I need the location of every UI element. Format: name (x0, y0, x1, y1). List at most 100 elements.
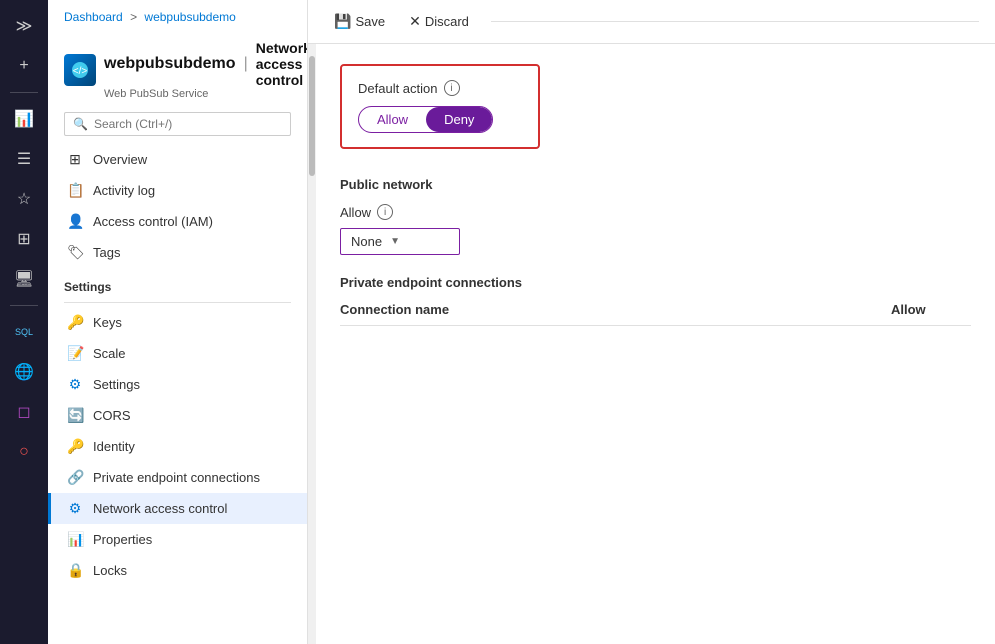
expand-collapse-icon[interactable]: ≫ (6, 8, 42, 44)
networking-icon[interactable]: 🌐 (6, 354, 42, 390)
breadcrumb-dashboard[interactable]: Dashboard (64, 10, 123, 24)
nav-overview[interactable]: ⊞ Overview (48, 144, 307, 175)
page-name: Network access control (256, 40, 308, 88)
nav-overview-label: Overview (93, 152, 147, 167)
main-content-area: 💾 Save ✕ Discard Default action i (308, 0, 995, 644)
breadcrumb: Dashboard > webpubsubdemo (48, 0, 307, 24)
nav-access-control[interactable]: 👤 Access control (IAM) (48, 206, 307, 237)
nav-private-endpoint[interactable]: 🔗 Private endpoint connections (48, 462, 307, 493)
page-title-text: webpubsubdemo | Network access control .… (104, 40, 308, 100)
discard-label: Discard (425, 14, 469, 29)
save-button[interactable]: 💾 Save (324, 8, 395, 35)
nav-properties-label: Properties (93, 532, 152, 547)
service-svg-icon: </> (70, 60, 90, 80)
overview-icon: ⊞ (67, 151, 83, 168)
allow-deny-toggle: Allow Deny (358, 106, 493, 133)
favorites-icon[interactable]: ☆ (6, 181, 42, 217)
content-panel: Default action i Allow Deny Public netwo… (316, 44, 995, 644)
allow-text: Allow (340, 205, 371, 220)
nav-network-access-label: Network access control (93, 501, 227, 516)
tags-icon: 🏷 (67, 244, 83, 261)
cloud-shell-icon[interactable]: 🖥 (6, 261, 42, 297)
nav-cors-label: CORS (93, 408, 131, 423)
nav-network-access-control[interactable]: ⚙ Network access control (48, 493, 307, 524)
default-action-label: Default action (358, 81, 438, 96)
content-with-scrollbar: Default action i Allow Deny Public netwo… (308, 44, 995, 644)
title-separator: | (244, 55, 248, 73)
settings-divider (64, 302, 291, 303)
discard-icon: ✕ (409, 13, 421, 30)
dropdown-arrow-icon: ▼ (390, 236, 400, 247)
nav-locks[interactable]: 🔒 Locks (48, 555, 307, 586)
nav-tags-label: Tags (93, 245, 120, 260)
search-bar[interactable]: 🔍 (64, 112, 291, 136)
sql-icon[interactable]: SQL (6, 314, 42, 350)
save-icon: 💾 (334, 13, 351, 30)
breadcrumb-separator: > (130, 10, 137, 24)
content-main: Default action i Allow Deny Public netwo… (340, 64, 971, 624)
sidebar: Dashboard > webpubsubdemo </> webpubsubd… (48, 0, 308, 644)
dashboard-icon[interactable]: 📊 (6, 101, 42, 137)
access-control-icon: 👤 (67, 213, 83, 230)
toolbar: 💾 Save ✕ Discard (308, 0, 995, 44)
public-network-title: Public network (340, 177, 971, 192)
nav-locks-label: Locks (93, 563, 127, 578)
scroll-track[interactable] (308, 44, 316, 644)
dropdown-value: None (351, 234, 382, 249)
nav-identity-label: Identity (93, 439, 135, 454)
nav-private-endpoint-label: Private endpoint connections (93, 470, 260, 485)
allow-col-header: Allow (891, 302, 971, 317)
page-title-section: </> webpubsubdemo | Network access contr… (48, 32, 307, 104)
allow-label-section: Allow i (340, 204, 971, 220)
icon-bar: ≫ + 📊 ☰ ☆ ⊞ 🖥 SQL 🌐 ◻ ○ (0, 0, 48, 644)
service-subtitle: Web PubSub Service (104, 88, 308, 100)
settings-section-label: Settings (48, 268, 307, 298)
all-services-icon[interactable]: ☰ (6, 141, 42, 177)
default-action-info-icon[interactable]: i (444, 80, 460, 96)
search-input[interactable] (94, 117, 282, 131)
cors-icon: 🔄 (67, 407, 83, 424)
nav-access-control-label: Access control (IAM) (93, 214, 213, 229)
connection-name-col-header: Connection name (340, 302, 891, 317)
search-icon: 🔍 (73, 117, 88, 131)
deny-toggle-button[interactable]: Deny (426, 107, 492, 132)
nav-cors[interactable]: 🔄 CORS (48, 400, 307, 431)
nav-properties[interactable]: 📊 Properties (48, 524, 307, 555)
save-label: Save (355, 14, 385, 29)
discard-button[interactable]: ✕ Discard (399, 8, 479, 35)
nav-identity[interactable]: 🔑 Identity (48, 431, 307, 462)
private-endpoint-connections-title: Private endpoint connections (340, 275, 971, 290)
recent-icon[interactable]: ⊞ (6, 221, 42, 257)
private-endpoint-icon: 🔗 (67, 469, 83, 486)
nav-scale[interactable]: 📝 Scale (48, 338, 307, 369)
default-action-title: Default action i (358, 80, 522, 96)
locks-icon: 🔒 (67, 562, 83, 579)
identity-icon: 🔑 (67, 438, 83, 455)
connections-table-header: Connection name Allow (340, 302, 971, 326)
nav-activity-log[interactable]: 📋 Activity log (48, 175, 307, 206)
settings-icon: ⚙ (67, 376, 83, 393)
create-resource-icon[interactable]: + (6, 48, 42, 84)
activity-log-icon: 📋 (67, 182, 83, 199)
nav-settings-label: Settings (93, 377, 140, 392)
allow-toggle-button[interactable]: Allow (359, 107, 426, 132)
scroll-thumb (309, 56, 315, 176)
properties-icon: 📊 (67, 531, 83, 548)
network-access-icon: ⚙ (67, 500, 83, 517)
security-icon[interactable]: ◻ (6, 394, 42, 430)
allow-info-icon[interactable]: i (377, 204, 393, 220)
nav-tags[interactable]: 🏷 Tags (48, 237, 307, 268)
nav-keys-label: Keys (93, 315, 122, 330)
none-dropdown[interactable]: None ▼ (340, 228, 460, 255)
monitor-icon[interactable]: ○ (6, 434, 42, 470)
svg-text:</>: </> (73, 66, 88, 77)
service-icon: </> (64, 54, 96, 86)
nav-settings[interactable]: ⚙ Settings (48, 369, 307, 400)
nav-activity-log-label: Activity log (93, 183, 155, 198)
nav-keys[interactable]: 🔑 Keys (48, 307, 307, 338)
service-name: webpubsubdemo (104, 55, 236, 73)
breadcrumb-current[interactable]: webpubsubdemo (144, 10, 235, 24)
default-action-section: Default action i Allow Deny (340, 64, 540, 149)
nav-scale-label: Scale (93, 346, 126, 361)
scale-icon: 📝 (67, 345, 83, 362)
